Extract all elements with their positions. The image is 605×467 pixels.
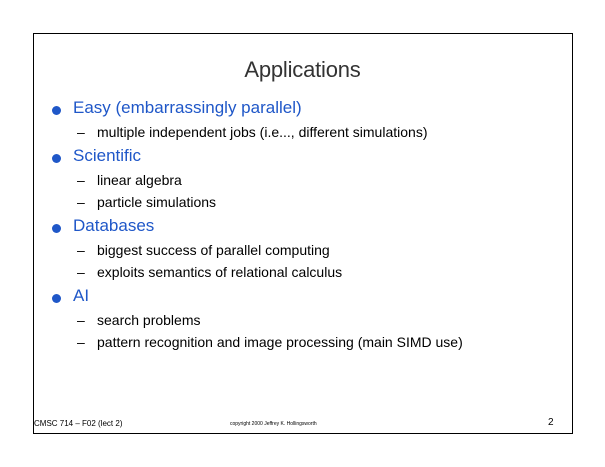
bullet-item: Easy (embarrassingly parallel) xyxy=(52,98,572,122)
sub-bullet-text: particle simulations xyxy=(97,194,217,210)
sub-bullet-text: pattern recognition and image processing… xyxy=(97,334,463,350)
dash-icon: – xyxy=(77,172,85,188)
bullet-item: Databases xyxy=(52,216,572,240)
sub-bullet: – exploits semantics of relational calcu… xyxy=(77,262,572,284)
dash-icon: – xyxy=(77,242,85,258)
sub-bullet-text: linear algebra xyxy=(97,172,182,188)
bullet-dot-icon xyxy=(52,154,61,163)
dash-icon: – xyxy=(77,334,85,350)
bullet-label: Easy (embarrassingly parallel) xyxy=(73,98,302,117)
sub-bullet: – pattern recognition and image processi… xyxy=(77,332,572,354)
sub-bullet: – multiple independent jobs (i.e..., dif… xyxy=(77,122,572,144)
sub-bullet: – linear algebra xyxy=(77,170,572,192)
sub-bullet: – search problems xyxy=(77,310,572,332)
bullet-dot-icon xyxy=(52,224,61,233)
footer-copyright: copyright 2000 Jeffrey K. Hollingsworth xyxy=(230,421,317,427)
bullet-item: Scientific xyxy=(52,146,572,170)
dash-icon: – xyxy=(77,194,85,210)
footer-course-label: CMSC 714 – F02 (lect 2) xyxy=(34,419,123,428)
bullet-label: AI xyxy=(73,286,90,305)
sub-bullet: – particle simulations xyxy=(77,192,572,214)
sub-bullet-text: biggest success of parallel computing xyxy=(97,242,330,258)
dash-icon: – xyxy=(77,124,85,140)
dash-icon: – xyxy=(77,264,85,280)
sub-bullet: – biggest success of parallel computing xyxy=(77,240,572,262)
dash-icon: – xyxy=(77,312,85,328)
sub-bullet-text: search problems xyxy=(97,312,201,328)
bullet-item: AI xyxy=(52,286,572,310)
page-number: 2 xyxy=(548,417,554,428)
bullet-dot-icon xyxy=(52,106,61,115)
bullet-list: Easy (embarrassingly parallel) – multipl… xyxy=(52,96,572,354)
bullet-dot-icon xyxy=(52,294,61,303)
sub-bullet-text: multiple independent jobs (i.e..., diffe… xyxy=(97,124,428,140)
bullet-label: Scientific xyxy=(73,146,142,165)
slide-title: Applications xyxy=(244,57,361,82)
sub-bullet-text: exploits semantics of relational calculu… xyxy=(97,264,343,280)
bullet-label: Databases xyxy=(73,216,155,235)
